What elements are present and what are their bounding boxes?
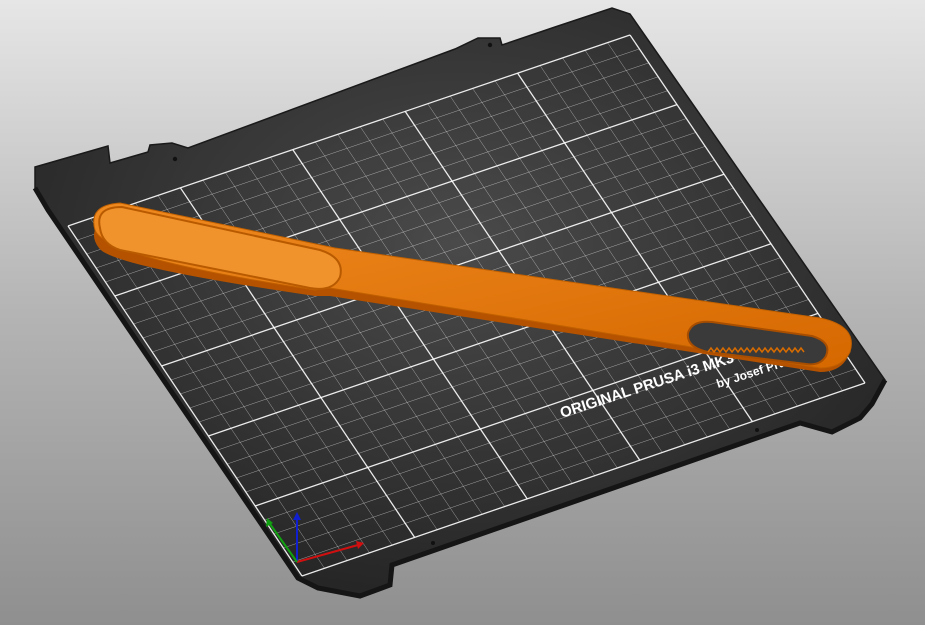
mount-hole (755, 428, 759, 432)
scene-canvas[interactable]: ORIGINAL PRUSA i3 MK3 by Josef Prusa (0, 0, 925, 625)
3d-viewport[interactable]: ORIGINAL PRUSA i3 MK3 by Josef Prusa (0, 0, 925, 625)
mount-hole (487, 42, 493, 48)
mount-hole (431, 541, 435, 545)
mount-hole (172, 156, 178, 162)
